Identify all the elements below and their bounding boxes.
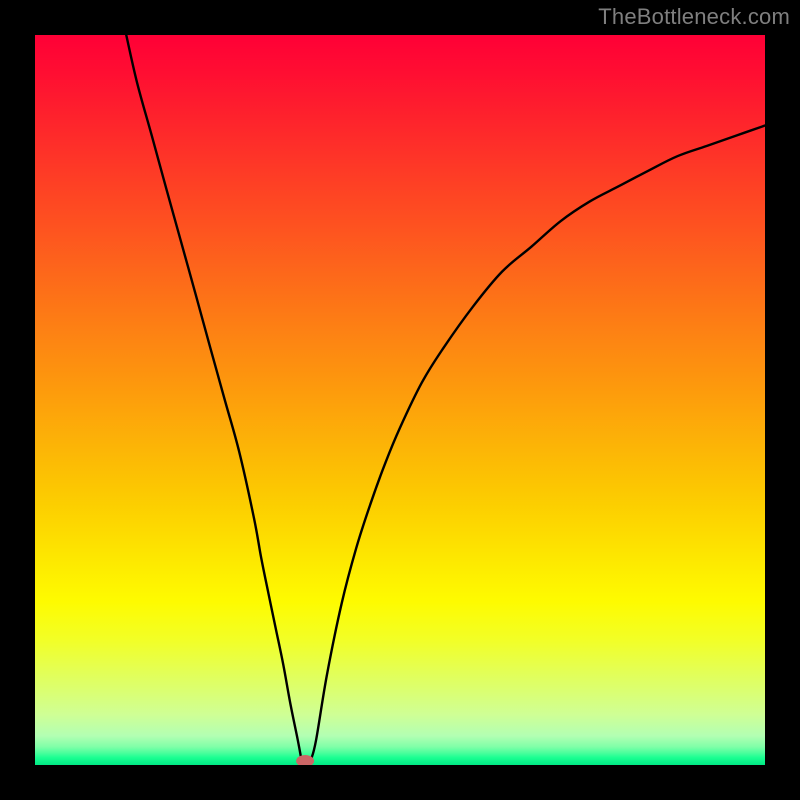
chart-frame: TheBottleneck.com: [0, 0, 800, 800]
gradient-background: [35, 35, 765, 765]
watermark-text: TheBottleneck.com: [598, 4, 790, 30]
chart-svg: [35, 35, 765, 765]
plot-area: [35, 35, 765, 765]
